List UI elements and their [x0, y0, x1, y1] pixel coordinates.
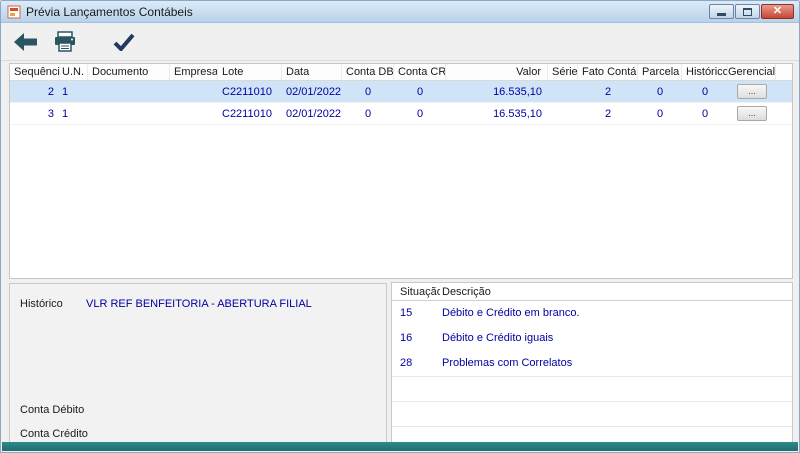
- column-header-un[interactable]: U.N.: [60, 64, 88, 80]
- column-header-lote[interactable]: Lote: [218, 64, 282, 80]
- cell-conta-db: 0: [364, 107, 372, 120]
- cell-fato-contabil: 2: [604, 85, 612, 98]
- cell-situacao: 15: [400, 307, 413, 319]
- column-header-data[interactable]: Data: [282, 64, 342, 80]
- maximize-button[interactable]: [735, 4, 760, 19]
- window-controls: ✕: [709, 4, 794, 19]
- column-header-fato-contabil[interactable]: Fato Contábil: [578, 64, 638, 80]
- cell-historico: 0: [701, 107, 709, 120]
- cell-un: 1: [62, 107, 69, 120]
- confirm-check-icon: [113, 33, 135, 51]
- cell-conta-cr: 0: [416, 85, 424, 98]
- column-header-empresa[interactable]: Empresa: [170, 64, 218, 80]
- close-button[interactable]: ✕: [761, 4, 794, 19]
- column-header-conta-cr[interactable]: Conta CR: [394, 64, 446, 80]
- cell-descricao: Problemas com Correlatos: [442, 357, 573, 369]
- table-row[interactable]: 2 1 C2211010 02/01/2022 0 0 16.535,10 2 …: [10, 81, 792, 103]
- list-item[interactable]: 16 Débito e Crédito iguais: [392, 326, 792, 351]
- cell-situacao: 28: [400, 357, 413, 369]
- cell-parcela: 0: [656, 85, 664, 98]
- column-header-conta-db[interactable]: Conta DB: [342, 64, 394, 80]
- app-icon: [7, 5, 21, 19]
- back-arrow-icon: [14, 32, 37, 51]
- print-button[interactable]: [53, 31, 77, 52]
- column-header-valor[interactable]: Valor: [446, 64, 548, 80]
- back-button[interactable]: [13, 32, 39, 52]
- cell-data: 02/01/2022: [286, 85, 342, 98]
- cell-lote: C2211010: [222, 85, 272, 98]
- column-header-serie[interactable]: Série: [548, 64, 578, 80]
- entries-grid: Sequência U.N. Documento Empresa Lote Da…: [9, 63, 793, 279]
- cell-data: 02/01/2022: [286, 107, 342, 120]
- cell-fato-contabil: 2: [604, 107, 612, 120]
- situacoes-grid: Situação Descrição 15 Débito e Crédito e…: [391, 282, 793, 443]
- cell-descricao: Débito e Crédito iguais: [442, 332, 554, 344]
- window-title: Prévia Lançamentos Contábeis: [26, 4, 193, 19]
- historico-label: Histórico: [20, 298, 63, 310]
- cell-situacao: 16: [400, 332, 413, 344]
- cell-conta-cr: 0: [416, 107, 424, 120]
- empty-row: [392, 401, 792, 426]
- minimize-button[interactable]: [709, 4, 734, 19]
- cell-sequencia: 2: [47, 85, 54, 98]
- table-row[interactable]: 3 1 C2211010 02/01/2022 0 0 16.535,10 2 …: [10, 103, 792, 125]
- empty-row: [392, 376, 792, 401]
- toolbar: [1, 23, 799, 61]
- minimize-icon: [717, 13, 726, 16]
- column-header-descricao[interactable]: Descrição: [440, 283, 792, 300]
- status-bar: [2, 442, 798, 451]
- empty-row: [392, 426, 792, 442]
- column-header-documento[interactable]: Documento: [88, 64, 170, 80]
- column-header-sequencia[interactable]: Sequência: [10, 64, 60, 80]
- cell-conta-db: 0: [364, 85, 372, 98]
- conta-credito-label: Conta Crédito: [20, 428, 88, 440]
- conta-debito-label: Conta Débito: [20, 404, 85, 416]
- gerencial-button[interactable]: ...: [737, 84, 767, 100]
- detail-panel: Histórico VLR REF BENFEITORIA - ABERTURA…: [9, 283, 387, 443]
- cell-lote: C2211010: [222, 107, 272, 120]
- cell-descricao: Débito e Crédito em branco.: [442, 307, 580, 319]
- column-header-situacao[interactable]: Situação: [392, 283, 440, 300]
- cell-sequencia: 3: [47, 107, 54, 120]
- entries-grid-header: Sequência U.N. Documento Empresa Lote Da…: [10, 64, 792, 81]
- confirm-button[interactable]: [113, 33, 135, 51]
- cell-parcela: 0: [656, 107, 664, 120]
- cell-valor: 16.535,10: [493, 85, 542, 98]
- titlebar: Prévia Lançamentos Contábeis ✕: [1, 1, 799, 23]
- maximize-icon: [743, 7, 752, 16]
- app-window: Prévia Lançamentos Contábeis ✕ Sequênci …: [0, 0, 800, 453]
- column-header-gerencial[interactable]: Gerencial: [728, 64, 776, 80]
- column-header-parcela[interactable]: Parcela: [638, 64, 682, 80]
- cell-un: 1: [62, 85, 69, 98]
- column-header-historico[interactable]: Histórico: [682, 64, 728, 80]
- gerencial-button[interactable]: ...: [737, 106, 767, 122]
- historico-value: VLR REF BENFEITORIA - ABERTURA FILIAL: [86, 298, 312, 310]
- cell-valor: 16.535,10: [493, 107, 542, 120]
- printer-icon: [55, 31, 75, 52]
- list-item[interactable]: 28 Problemas com Correlatos: [392, 351, 792, 376]
- cell-historico: 0: [701, 85, 709, 98]
- list-item[interactable]: 15 Débito e Crédito em branco.: [392, 301, 792, 326]
- situacoes-grid-header: Situação Descrição: [392, 283, 792, 301]
